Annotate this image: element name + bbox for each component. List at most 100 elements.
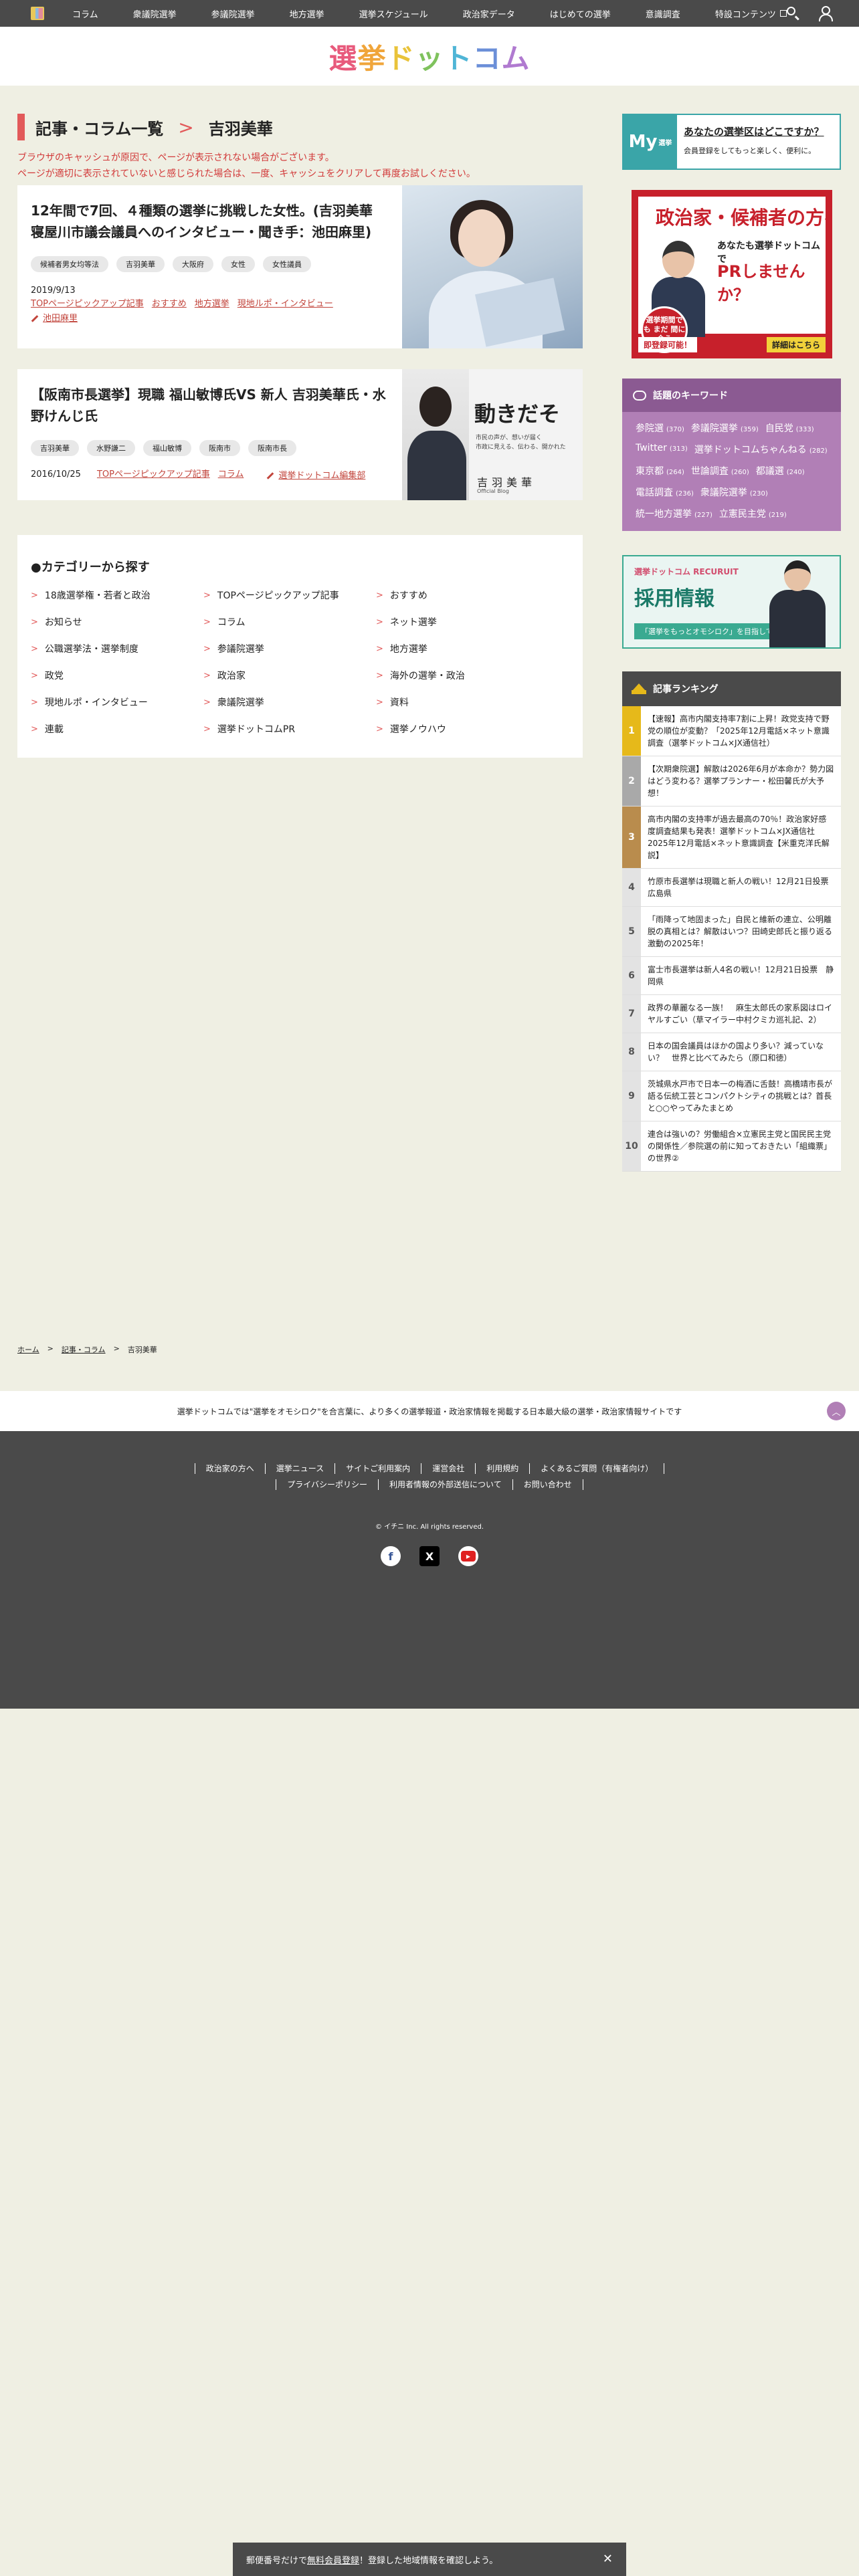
ranking-item[interactable]: 3 高市内閣の支持率が過去最高の70％！政治家好感度調査結果も発表！選挙ドットコム… bbox=[622, 807, 841, 869]
tag[interactable]: 水野謙二 bbox=[87, 440, 135, 456]
x-icon[interactable]: X bbox=[419, 1546, 440, 1566]
register-link[interactable]: 無料会員登録 bbox=[307, 2553, 359, 2566]
article-thumbnail[interactable] bbox=[402, 185, 583, 348]
category-item[interactable]: > 選挙ノウハウ bbox=[376, 722, 549, 736]
breadcrumb-home[interactable]: ホーム bbox=[17, 1344, 39, 1355]
footer-link[interactable]: サイトご利用案内 bbox=[335, 1463, 421, 1474]
nav-sangiin[interactable]: 参議院選挙 bbox=[194, 7, 272, 20]
nav-politician-data[interactable]: 政治家データ bbox=[446, 7, 533, 20]
category-item[interactable]: > 地方選挙 bbox=[376, 642, 549, 655]
home-logo-icon[interactable] bbox=[31, 7, 44, 20]
nav-column[interactable]: コラム bbox=[66, 7, 116, 20]
footer-link[interactable]: プライバシーポリシー bbox=[276, 1479, 378, 1490]
category-item[interactable]: > 選挙ドットコムPR bbox=[203, 722, 376, 736]
category-link[interactable]: 地方選挙 bbox=[195, 299, 229, 309]
category-link[interactable]: TOPページピックアップ記事 bbox=[97, 469, 210, 479]
my-badge: My 選挙 bbox=[624, 115, 677, 169]
facebook-icon[interactable]: f bbox=[381, 1546, 401, 1566]
ranking-item[interactable]: 7 政界の華麗なる一族！ 麻生太郎氏の家系図はロイヤルすごい（草マイラー中村クミカ… bbox=[622, 995, 841, 1033]
category-item[interactable]: > おすすめ bbox=[376, 588, 549, 602]
ranking-item[interactable]: 8 日本の国会議員はほかの国より多い？減っていない？ 世界と比べてみたら（原口和徳… bbox=[622, 1033, 841, 1071]
category-item[interactable]: > 現地ルポ・インタビュー bbox=[31, 695, 203, 709]
my-election-box[interactable]: My 選挙 あなたの選挙区はどこですか？ 会員登録をしてもっと楽しく、便利に。 bbox=[622, 114, 841, 170]
category-item[interactable]: > 政治家 bbox=[203, 669, 376, 682]
keyword-link[interactable]: 都議選 (240) bbox=[756, 464, 805, 477]
category-item[interactable]: > 衆議院選挙 bbox=[203, 695, 376, 709]
keyword-link[interactable]: 統一地方選挙 (227) bbox=[636, 507, 712, 520]
footer-link[interactable]: 政治家の方へ bbox=[194, 1463, 265, 1474]
recruit-banner[interactable]: 選挙ドットコム RECURUIT 採用情報 「選挙をもっとオモシロク」を目指して bbox=[622, 555, 841, 649]
tag[interactable]: 阪南市 bbox=[199, 440, 240, 456]
tag[interactable]: 阪南市長 bbox=[248, 440, 296, 456]
article-card[interactable]: 12年間で7回、４種類の選挙に挑戦した女性。(吉羽美華 寝屋川市議会議員へのイン… bbox=[17, 185, 583, 348]
keyword-link[interactable]: 参議院選挙 (359) bbox=[691, 421, 759, 435]
footer-link[interactable]: 利用規約 bbox=[475, 1463, 529, 1474]
copyright: © イチニ Inc. All rights reserved. bbox=[375, 1523, 484, 1531]
tag[interactable]: 福山敏博 bbox=[143, 440, 191, 456]
article-title[interactable]: 12年間で7回、４種類の選挙に挑戦した女性。(吉羽美華 寝屋川市議会議員へのイン… bbox=[31, 200, 389, 243]
tag[interactable]: 女性 bbox=[221, 256, 255, 272]
ranking-item[interactable]: 10 連合は強いの？労働組合×立憲民主党と国民民主党の関係性／参院選の前に知ってお… bbox=[622, 1121, 841, 1172]
tag[interactable]: 大阪府 bbox=[173, 256, 213, 272]
tag[interactable]: 吉羽美華 bbox=[116, 256, 165, 272]
user-icon[interactable] bbox=[818, 5, 833, 21]
author-link[interactable]: 池田麻里 bbox=[31, 312, 78, 326]
category-item[interactable]: > 参議院選挙 bbox=[203, 642, 376, 655]
category-item[interactable]: > 海外の選挙・政治 bbox=[376, 669, 549, 682]
footer-link[interactable]: お問い合わせ bbox=[512, 1479, 583, 1490]
category-link[interactable]: コラム bbox=[218, 469, 244, 479]
ranking-item[interactable]: 2 【次期衆院選】解散は2026年6月が本命か？勢力図はどう変わる？選挙プランナー… bbox=[622, 756, 841, 807]
category-link[interactable]: おすすめ bbox=[152, 299, 187, 309]
category-item[interactable]: >18歳選挙権・若者と政治 bbox=[31, 588, 203, 602]
pr-banner[interactable]: 政治家・候補者の方へ あなたも選挙ドットコムで PRしませんか？ 選挙期間でも … bbox=[632, 190, 832, 358]
category-item[interactable]: > 連載 bbox=[31, 722, 203, 736]
footer-link[interactable]: 選挙ニュース bbox=[264, 1463, 335, 1474]
keyword-link[interactable]: 衆議院選挙 (230) bbox=[700, 486, 768, 499]
keyword-link[interactable]: Twitter (313) bbox=[636, 443, 688, 456]
category-item[interactable]: > TOPページピックアップ記事 bbox=[203, 588, 376, 602]
category-item[interactable]: > 公職選挙法・選挙制度 bbox=[31, 642, 203, 655]
tag[interactable]: 候補者男女均等法 bbox=[31, 256, 108, 272]
ranking-item[interactable]: 1 【速報】高市内閣支持率7割に上昇！政党支持で野党の順位が変動？「2025年12… bbox=[622, 706, 841, 756]
keyword-link[interactable]: 自民党 (333) bbox=[765, 421, 814, 435]
nav-survey[interactable]: 意識調査 bbox=[628, 7, 698, 20]
category-item[interactable]: > コラム bbox=[203, 615, 376, 629]
category-item[interactable]: > お知らせ bbox=[31, 615, 203, 629]
keyword-link[interactable]: 選挙ドットコムちゃんねる (282) bbox=[694, 443, 828, 456]
footer-link[interactable]: 利用者情報の外部送信について bbox=[378, 1479, 512, 1490]
category-link[interactable]: TOPページピックアップ記事 bbox=[31, 299, 144, 309]
ranking-item[interactable]: 9 茨城県水戸市で日本一の梅酒に舌鼓！高橋靖市長が語る伝統工芸とコンパクトシティの… bbox=[622, 1071, 841, 1121]
search-icon[interactable] bbox=[785, 5, 800, 20]
footer-link[interactable]: よくあるご質問（有権者向け） bbox=[529, 1463, 665, 1474]
keyword-link[interactable]: 立憲民主党 (219) bbox=[719, 507, 787, 520]
keyword-link[interactable]: 東京都 (264) bbox=[636, 464, 684, 477]
footer-links: 政治家の方へ 選挙ニュース サイトご利用案内 運営会社 利用規約 よくあるご質問… bbox=[0, 1463, 859, 1490]
category-link[interactable]: 現地ルポ・インタビュー bbox=[237, 299, 333, 309]
article-title[interactable]: 【阪南市長選挙】現職 福山敏博氏VS 新人 吉羽美華氏・水野けんじ氏 bbox=[31, 384, 389, 427]
site-logo[interactable]: 選挙ドットコム bbox=[328, 36, 530, 77]
youtube-icon[interactable]: ▶ bbox=[458, 1546, 478, 1566]
back-to-top-button[interactable]: ︿ bbox=[827, 1402, 846, 1420]
chevron-right-icon: > bbox=[376, 724, 383, 734]
breadcrumb-articles[interactable]: 記事・コラム bbox=[62, 1344, 106, 1355]
nav-schedule[interactable]: 選挙スケジュール bbox=[342, 7, 446, 20]
author-link[interactable]: 選挙ドットコム編集部 bbox=[266, 469, 365, 483]
article-card[interactable]: 【阪南市長選挙】現職 福山敏博氏VS 新人 吉羽美華氏・水野けんじ氏 吉羽美華 … bbox=[17, 369, 583, 500]
article-thumbnail[interactable]: 動きだそ 市民の声が、想いが届く 市政に見える、伝わる、開かれた 吉羽美華 Off… bbox=[402, 369, 583, 500]
nav-first-election[interactable]: はじめての選挙 bbox=[533, 7, 628, 20]
category-item[interactable]: > 資料 bbox=[376, 695, 549, 709]
ranking-item[interactable]: 6 富士市長選挙は新人4名の戦い！12月21日投票 静岡県 bbox=[622, 957, 841, 995]
tag[interactable]: 女性議員 bbox=[263, 256, 311, 272]
footer-link[interactable]: 運営会社 bbox=[421, 1463, 475, 1474]
category-item[interactable]: > 政党 bbox=[31, 669, 203, 682]
ranking-item[interactable]: 4 竹原市長選挙は現職と新人の戦い！12月21日投票 広島県 bbox=[622, 869, 841, 907]
nav-local-election[interactable]: 地方選挙 bbox=[272, 7, 342, 20]
category-item[interactable]: > ネット選挙 bbox=[376, 615, 549, 629]
close-icon[interactable]: ✕ bbox=[603, 2552, 613, 2566]
tag[interactable]: 吉羽美華 bbox=[31, 440, 79, 456]
keyword-link[interactable]: 電話調査 (236) bbox=[636, 486, 694, 499]
keyword-link[interactable]: 参院選 (370) bbox=[636, 421, 684, 435]
ranking-item[interactable]: 5 「雨降って地固まった」自民と維新の連立、公明離脱の真相とは？解散はいつ？田崎史… bbox=[622, 907, 841, 957]
keyword-link[interactable]: 世論調査 (260) bbox=[691, 464, 749, 477]
nav-shugiin[interactable]: 衆議院選挙 bbox=[116, 7, 194, 20]
